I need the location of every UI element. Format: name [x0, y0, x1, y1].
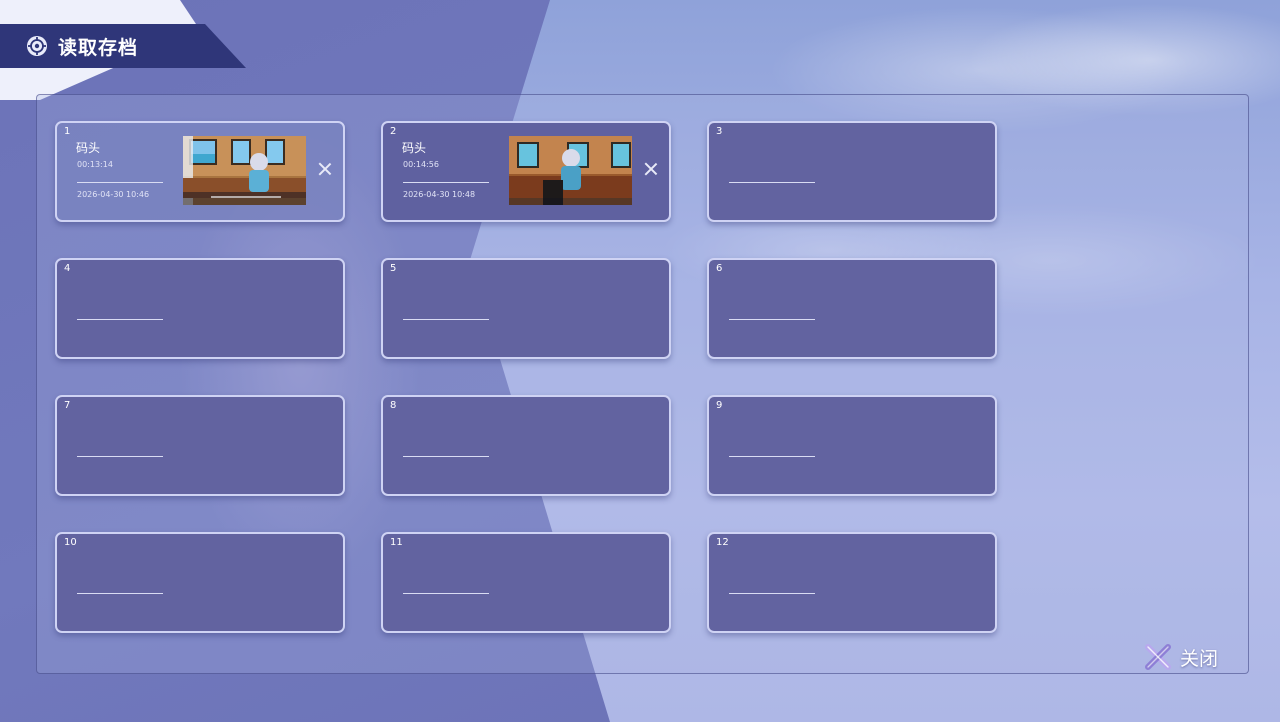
slot-number: 6: [716, 263, 723, 274]
slot-divider: [77, 456, 163, 457]
close-x-icon: [1145, 644, 1171, 670]
slot-number: 11: [390, 537, 403, 548]
save-slot-5[interactable]: 5: [381, 258, 671, 359]
slot-location: 码头: [76, 141, 101, 155]
page-title: 读取存档: [58, 37, 139, 59]
slot-number: 8: [390, 400, 397, 411]
save-slot-6[interactable]: 6: [707, 258, 997, 359]
slot-playtime: 00:14:56: [403, 160, 439, 169]
save-slot-7[interactable]: 7: [55, 395, 345, 496]
slot-divider: [77, 319, 163, 320]
save-slot-8[interactable]: 8: [381, 395, 671, 496]
slot-divider: [729, 319, 815, 320]
close-label: 关闭: [1180, 647, 1219, 670]
slot-number: 9: [716, 400, 723, 411]
slot-number: 12: [716, 537, 729, 548]
slot-divider: [77, 182, 163, 183]
save-slot-11[interactable]: 11: [381, 532, 671, 633]
delete-save-button[interactable]: [317, 161, 333, 177]
save-slot-4[interactable]: 4: [55, 258, 345, 359]
slot-number: 2: [390, 126, 397, 137]
slot-thumbnail: [509, 136, 632, 205]
slot-date: 2026-04-30 10:46: [77, 190, 150, 199]
save-slot-2[interactable]: 2 码头 00:14:56 2026-04-30 10:48: [381, 121, 671, 222]
slot-date: 2026-04-30 10:48: [403, 190, 476, 199]
slot-divider: [729, 593, 815, 594]
save-slot-10[interactable]: 10: [55, 532, 345, 633]
close-button[interactable]: 关闭: [1144, 640, 1228, 674]
header-tab: 读取存档: [0, 24, 246, 68]
save-slot-3[interactable]: 3: [707, 121, 997, 222]
slot-divider: [403, 319, 489, 320]
slot-location: 码头: [402, 141, 427, 155]
slot-divider: [403, 456, 489, 457]
save-slot-1[interactable]: 1 码头 00:13:14 2026-04-30 10:46: [55, 121, 345, 222]
slot-number: 4: [64, 263, 71, 274]
crosshair-gear-icon: [27, 36, 47, 56]
slot-number: 3: [716, 126, 723, 137]
slot-divider: [403, 182, 489, 183]
slot-divider: [403, 593, 489, 594]
slot-playtime: 00:13:14: [77, 160, 113, 169]
slot-number: 10: [64, 537, 77, 548]
slot-number: 1: [64, 126, 71, 137]
slot-number: 7: [64, 400, 71, 411]
slot-thumbnail: [183, 136, 306, 205]
save-slot-12[interactable]: 12: [707, 532, 997, 633]
slot-divider: [729, 456, 815, 457]
save-slot-9[interactable]: 9: [707, 395, 997, 496]
delete-save-button[interactable]: [643, 161, 659, 177]
slot-divider: [729, 182, 815, 183]
slot-number: 5: [390, 263, 397, 274]
slot-divider: [77, 593, 163, 594]
